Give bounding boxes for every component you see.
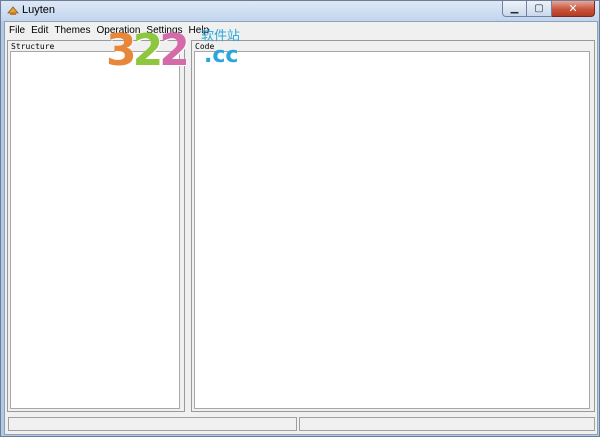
maximize-button[interactable]: ▢ (527, 1, 552, 17)
client-area: File Edit Themes Operation Settings Help… (4, 21, 598, 435)
menu-edit[interactable]: Edit (28, 22, 51, 39)
main-panels: Structure Code (5, 40, 597, 412)
structure-panel: Structure (7, 40, 185, 412)
close-icon: ✕ (568, 2, 578, 15)
menu-help[interactable]: Help (186, 22, 213, 39)
code-header: Code (195, 42, 215, 51)
title-bar[interactable]: Luyten ▁ ▢ ✕ (1, 1, 599, 21)
menu-file[interactable]: File (5, 22, 28, 39)
luyten-app-icon (7, 6, 19, 15)
status-bar (5, 415, 597, 433)
menu-settings[interactable]: Settings (143, 22, 185, 39)
app-window: Luyten ▁ ▢ ✕ File Edit Themes Operation … (0, 0, 600, 437)
status-right (299, 417, 595, 431)
status-left (8, 417, 297, 431)
menu-bar: File Edit Themes Operation Settings Help (5, 22, 597, 39)
code-panel: Code (191, 40, 595, 412)
structure-header: Structure (11, 42, 55, 51)
close-button[interactable]: ✕ (552, 1, 595, 17)
caption-buttons: ▁ ▢ ✕ (502, 1, 595, 18)
minimize-button[interactable]: ▁ (502, 1, 527, 17)
maximize-icon: ▢ (534, 3, 544, 14)
structure-tree[interactable] (10, 51, 180, 409)
minimize-icon: ▁ (510, 3, 519, 14)
menu-themes[interactable]: Themes (51, 22, 93, 39)
code-area[interactable] (194, 51, 590, 409)
window-title: Luyten (22, 4, 56, 16)
menu-operation[interactable]: Operation (93, 22, 143, 39)
